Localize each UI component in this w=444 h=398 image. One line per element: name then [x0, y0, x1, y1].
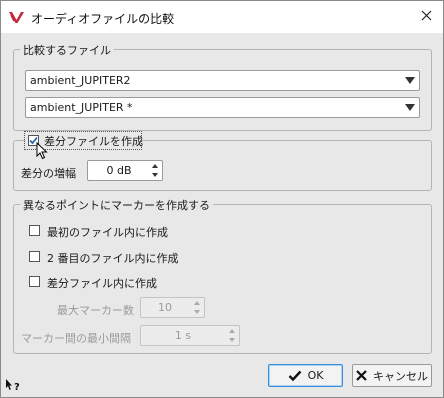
min-interval-label: マーカー間の最小間隔 [21, 332, 131, 345]
arrow-down-icon [229, 338, 235, 342]
cursor-icon [36, 141, 48, 163]
file1-select[interactable]: ambient_JUPITER2 [25, 70, 420, 91]
title-bar: オーディオファイルの比較 [1, 1, 443, 33]
max-markers-stepper[interactable] [191, 298, 204, 317]
file1-value: ambient_JUPITER2 [30, 74, 131, 87]
arrow-up-icon [152, 164, 158, 168]
gain-value: 0 dB [106, 164, 132, 177]
first-file-checkbox[interactable] [29, 225, 40, 236]
compare-audio-dialog: オーディオファイルの比較 比較するファイル ambient_JUPITER2 a… [0, 0, 444, 398]
svg-text:?: ? [14, 382, 20, 392]
first-file-label: 最初のファイル内に作成 [47, 226, 168, 239]
checkmark-icon [288, 370, 302, 382]
gain-label: 差分の増幅 [21, 167, 76, 180]
diff-file-checkbox[interactable] [29, 276, 40, 287]
arrow-down-icon [194, 310, 200, 314]
min-interval-spinbox[interactable]: 1 s [140, 325, 240, 346]
chevron-down-icon [405, 104, 415, 111]
chevron-down-icon [405, 77, 415, 84]
arrow-up-icon [194, 301, 200, 305]
arrow-up-icon [229, 329, 235, 333]
min-interval-stepper[interactable] [226, 326, 239, 345]
file2-select[interactable]: ambient_JUPITER * [25, 97, 420, 118]
file2-value: ambient_JUPITER * [30, 101, 133, 114]
close-icon [421, 10, 432, 24]
diff-file-label: 差分ファイル内に作成 [47, 277, 157, 290]
max-markers-value: 10 [158, 301, 172, 314]
second-file-label: 2 番目のファイル内に作成 [47, 252, 179, 265]
app-logo-icon [8, 9, 25, 25]
arrow-down-icon [152, 173, 158, 177]
second-file-checkbox[interactable] [29, 251, 40, 262]
create-diff-label: 差分ファイルを作成 [44, 135, 143, 148]
min-interval-value: 1 s [174, 329, 192, 342]
ok-button[interactable]: OK [268, 364, 343, 387]
max-markers-spinbox[interactable]: 10 [140, 297, 205, 318]
cross-icon [356, 370, 367, 381]
cancel-button[interactable]: キャンセル [352, 364, 432, 387]
close-button[interactable] [409, 1, 443, 33]
help-icon[interactable]: ? [5, 378, 21, 395]
window-title: オーディオファイルの比較 [31, 12, 175, 26]
cancel-label: キャンセル [373, 369, 428, 383]
markers-group-title: 異なるポイントにマーカーを作成する [20, 197, 213, 213]
max-markers-label: 最大マーカー数 [57, 304, 134, 317]
gain-stepper[interactable] [149, 161, 162, 180]
gain-spinbox[interactable]: 0 dB [87, 160, 163, 181]
ok-label: OK [307, 369, 324, 382]
files-group-title: 比較するファイル [20, 42, 114, 58]
